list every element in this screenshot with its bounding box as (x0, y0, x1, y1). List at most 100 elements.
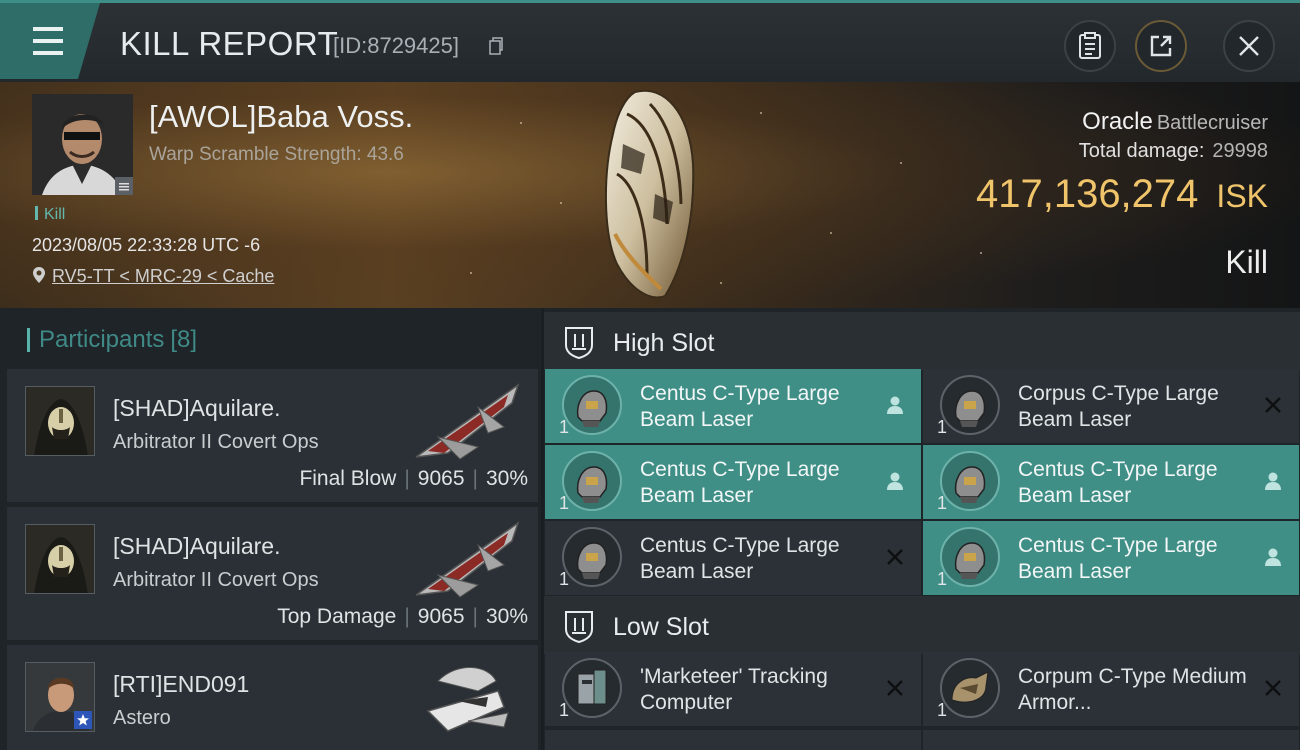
participant-stats: Final Blow | 9065 | 30% (299, 467, 528, 490)
kill-result: Kill (1225, 244, 1268, 280)
close-button[interactable] (1223, 20, 1275, 72)
participant-damage: 9065 (417, 467, 465, 490)
menu-button[interactable] (0, 3, 100, 79)
participants-panel: Participants [8] [SHAD]Aquilare. Arbitrat… (0, 308, 541, 750)
participant-percent: 30% (485, 467, 528, 490)
participant-ship-icon (415, 383, 520, 460)
chat-badge-icon (115, 177, 133, 195)
kill-tag: Kill (35, 206, 65, 224)
module-icon (562, 658, 622, 718)
header-bar: KILL REPORT [ID:8729425] (0, 0, 1300, 82)
participant-row[interactable]: [SHAD]Aquilare. Arbitrator II Covert Ops… (7, 369, 538, 502)
participants-count: [8] (170, 326, 198, 353)
fitted-person-icon[interactable] (883, 469, 907, 493)
destroyed-x-icon (887, 680, 903, 696)
participant-avatar[interactable] (25, 386, 95, 456)
module-name: Corpum C-Type Medium Armor... (1018, 665, 1247, 714)
module-quantity: 1 (559, 700, 570, 720)
module-slot[interactable]: 1 Centus C-Type Large Beam Laser (923, 445, 1299, 519)
victim-name[interactable]: [AWOL]Baba Voss. (149, 99, 413, 135)
module-icon (940, 375, 1000, 435)
page-title: KILL REPORT (120, 25, 339, 62)
location-link[interactable]: RV5-TT < MRC-29 < Cache (32, 266, 274, 287)
module-icon (940, 658, 1000, 718)
ship-render (604, 89, 695, 299)
participant-row[interactable]: [RTI]END091 Astero (7, 645, 538, 750)
close-icon (1239, 36, 1259, 56)
destroyed-x-icon (887, 549, 903, 565)
fitted-person-icon[interactable] (883, 393, 907, 417)
total-damage-label: Total damage: (1078, 140, 1205, 162)
module-slot[interactable]: 1 Corpum C-Type Medium Armor... (923, 652, 1299, 726)
total-damage-value: 29998 (1212, 140, 1268, 162)
high-slot-icon (565, 327, 593, 359)
location-pin-icon (33, 267, 45, 283)
module-name: Centus C-Type Large Beam Laser (1018, 458, 1218, 507)
participant-ship: Arbitrator II Covert Ops (113, 431, 319, 453)
high-slot-header: High Slot (544, 312, 1300, 370)
module-quantity: 1 (937, 569, 948, 589)
module-name: Centus C-Type Large Beam Laser (640, 382, 840, 431)
copy-id-icon[interactable] (489, 37, 503, 55)
low-slot-icon (565, 611, 593, 643)
module-icon (940, 527, 1000, 587)
avatar (26, 525, 94, 593)
module-icon (562, 451, 622, 511)
clipboard-icon (1079, 32, 1101, 59)
module-name: Centus C-Type Large Beam Laser (1018, 534, 1218, 583)
isk-unit: ISK (1216, 178, 1268, 214)
timestamp: 2023/08/05 22:33:28 UTC -6 (32, 235, 261, 255)
module-slot[interactable]: 1 Centus C-Type Large Beam Laser (545, 445, 921, 519)
module-name: Centus C-Type Large Beam Laser (640, 534, 840, 583)
participant-name[interactable]: [RTI]END091 (113, 671, 249, 698)
participant-name[interactable]: [SHAD]Aquilare. (113, 533, 280, 560)
participants-header: Participants [8] (27, 326, 197, 354)
location-text[interactable]: RV5-TT < MRC-29 < Cache (52, 266, 274, 286)
fitted-person-icon[interactable] (1261, 469, 1285, 493)
module-icon (562, 527, 622, 587)
participant-percent: 30% (485, 605, 528, 628)
clipboard-button[interactable] (1064, 20, 1116, 72)
module-slot-partial[interactable] (923, 730, 1299, 750)
isk-value: 417,136,274 ISK (976, 172, 1268, 217)
victim-portrait[interactable] (32, 94, 133, 195)
fitted-person-icon[interactable] (1261, 545, 1285, 569)
module-slot[interactable]: 1 Centus C-Type Large Beam Laser (545, 521, 921, 595)
low-slot-label: Low Slot (613, 613, 709, 641)
module-name: Centus C-Type Large Beam Laser (640, 458, 840, 507)
module-name: Corpus C-Type Large Beam Laser (1018, 382, 1219, 431)
participant-ship-icon (426, 667, 509, 732)
warp-scramble-strength: Warp Scramble Strength: 43.6 (149, 144, 404, 165)
module-quantity: 1 (937, 417, 948, 437)
participant-row[interactable]: [SHAD]Aquilare. Arbitrator II Covert Ops… (7, 507, 538, 640)
ship-type: Oracle (1082, 108, 1153, 135)
total-damage: Total damage: 29998 (1079, 140, 1268, 163)
module-quantity: 1 (559, 417, 570, 437)
module-quantity: 1 (559, 493, 570, 513)
module-quantity: 1 (937, 493, 948, 513)
participant-avatar[interactable] (25, 524, 95, 594)
module-slot[interactable]: 1 Centus C-Type Large Beam Laser (923, 521, 1299, 595)
module-slot-partial[interactable] (545, 730, 921, 750)
share-button[interactable] (1135, 20, 1187, 72)
module-slot[interactable]: 1 'Marketeer' Tracking Computer (545, 652, 921, 726)
participants-label: Participants (39, 326, 165, 353)
module-quantity: 1 (937, 700, 948, 720)
participant-avatar[interactable] (25, 662, 95, 732)
participant-role: Top Damage (277, 605, 397, 628)
low-slot-header: Low Slot (544, 596, 1300, 654)
star-badge-icon (74, 711, 92, 729)
destroyed-x-icon (1265, 680, 1281, 696)
share-icon (1150, 35, 1172, 57)
participant-role: Final Blow (299, 467, 397, 490)
high-slot-label: High Slot (613, 329, 715, 357)
victim-banner: [AWOL]Baba Voss. Warp Scramble Strength:… (0, 82, 1300, 308)
module-slot[interactable]: 1 Centus C-Type Large Beam Laser (545, 369, 921, 443)
participant-stats: Top Damage | 9065 | 30% (277, 605, 528, 628)
ship-name[interactable]: Oracle Battlecruiser (1082, 108, 1268, 136)
module-slot[interactable]: 1 Corpus C-Type Large Beam Laser (923, 369, 1299, 443)
module-name: 'Marketeer' Tracking Computer (640, 665, 828, 714)
participant-ship-icon (415, 521, 520, 598)
isk-amount: 417,136,274 (975, 172, 1199, 216)
participant-name[interactable]: [SHAD]Aquilare. (113, 395, 280, 422)
